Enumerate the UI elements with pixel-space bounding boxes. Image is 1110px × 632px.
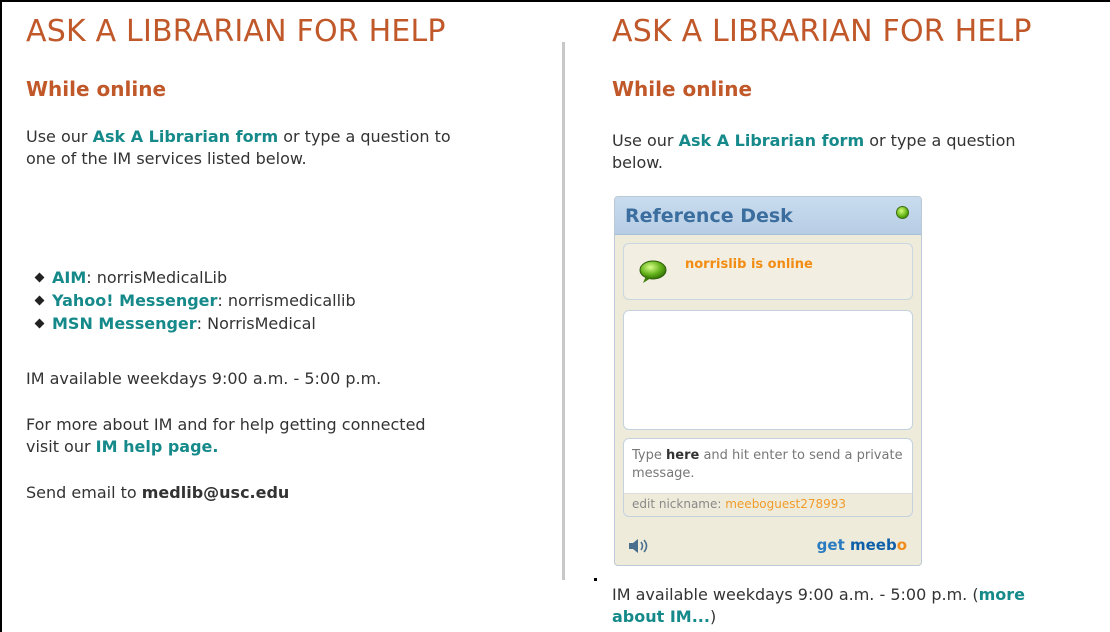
input-hint-prefix: Type [632, 448, 666, 463]
speaker-icon[interactable] [627, 537, 655, 555]
widget-title: Reference Desk [625, 205, 793, 227]
intro-prefix: Use our [26, 127, 93, 146]
get-prefix: get [816, 536, 850, 554]
input-hint-bold: here [666, 448, 700, 463]
aim-link[interactable]: AIM [52, 268, 86, 287]
bullet-icon [34, 318, 45, 329]
status-box: norrislib is online [623, 243, 913, 300]
email-text: Send email to medlib@usc.edu [26, 482, 456, 504]
help-prefix: For more about IM and for help getting c… [26, 415, 426, 456]
help-text: For more about IM and for help getting c… [26, 414, 456, 458]
chat-log [623, 310, 913, 430]
section-subheading: While online [26, 77, 167, 101]
meebo-chat-widget: Reference Desk norrislib is online Type … [614, 196, 922, 566]
intro-text-right: Use our Ask A Librarian form or type a q… [612, 130, 1052, 174]
ask-librarian-form-link-right[interactable]: Ask A Librarian form [679, 131, 865, 150]
im-service-list: AIM: norrisMedicalLib Yahoo! Messenger: … [34, 266, 356, 335]
availability-prefix: IM available weekdays 9:00 a.m. - 5:00 p… [612, 585, 979, 604]
widget-header: Reference Desk [615, 197, 921, 235]
email-address[interactable]: medlib@usc.edu [142, 483, 290, 502]
aim-handle: : norrisMedicalLib [86, 268, 228, 287]
yahoo-handle: : norrismedicallib [217, 291, 356, 310]
bullet-icon [34, 272, 45, 283]
panel-divider [562, 42, 565, 580]
ask-librarian-form-link[interactable]: Ask A Librarian form [93, 127, 279, 146]
nickname-value[interactable]: meeboguest278993 [725, 497, 846, 511]
availability-text: IM available weekdays 9:00 a.m. - 5:00 p… [26, 369, 382, 388]
page-heading-right: ASK A LIBRARIAN FOR HELP [612, 14, 1032, 49]
widget-footer: get meebo [615, 529, 921, 565]
chat-bubble-icon [639, 260, 667, 283]
online-status-icon [896, 206, 909, 219]
yahoo-messenger-link[interactable]: Yahoo! Messenger [52, 291, 217, 310]
im-help-page-link[interactable]: IM help page. [96, 437, 219, 456]
section-subheading-right: While online [612, 77, 753, 101]
message-input[interactable]: Type here and hit enter to send a privat… [623, 438, 913, 494]
list-item: MSN Messenger: NorrisMedical [34, 312, 356, 335]
nickname-label: edit nickname: [632, 497, 726, 511]
availability-text-right: IM available weekdays 9:00 a.m. - 5:00 p… [612, 584, 1032, 628]
availability-suffix: ) [709, 607, 717, 626]
bullet-speck [594, 578, 597, 581]
meebo-brand-o: o [896, 536, 907, 554]
msn-messenger-link[interactable]: MSN Messenger [52, 314, 197, 333]
email-prefix: Send email to [26, 483, 142, 502]
get-meebo-link[interactable]: get meebo [817, 536, 907, 554]
list-item: Yahoo! Messenger: norrismedicallib [34, 289, 356, 312]
nickname-bar[interactable]: edit nickname: meeboguest278993 [623, 493, 913, 517]
list-item: AIM: norrisMedicalLib [34, 266, 356, 289]
meebo-brand: meeb [849, 536, 897, 554]
online-status-text: norrislib is online [685, 257, 813, 272]
page-heading: ASK A LIBRARIAN FOR HELP [26, 14, 446, 49]
intro-prefix: Use our [612, 131, 679, 150]
bullet-icon [34, 295, 45, 306]
msn-handle: : NorrisMedical [196, 314, 316, 333]
intro-text: Use our Ask A Librarian form or type a q… [26, 126, 466, 170]
